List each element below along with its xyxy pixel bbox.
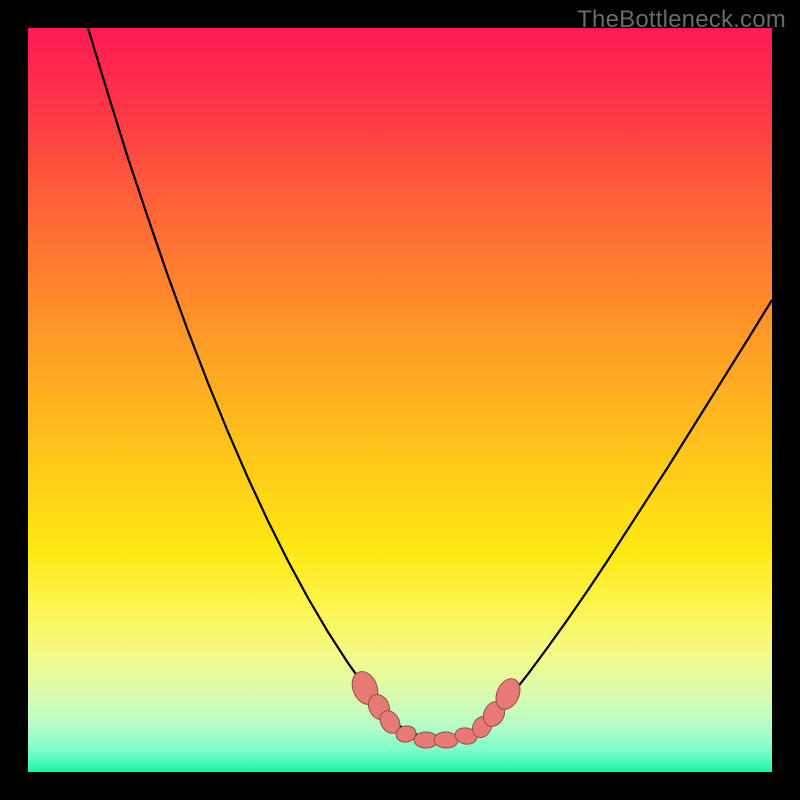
chart-frame: TheBottleneck.com [0, 0, 800, 800]
left-curve [88, 28, 393, 722]
right-curve [483, 300, 772, 728]
plot-area [28, 28, 772, 772]
bead [434, 731, 459, 748]
chart-svg [28, 28, 772, 772]
watermark-text: TheBottleneck.com [577, 6, 786, 34]
beads-group [348, 668, 525, 749]
